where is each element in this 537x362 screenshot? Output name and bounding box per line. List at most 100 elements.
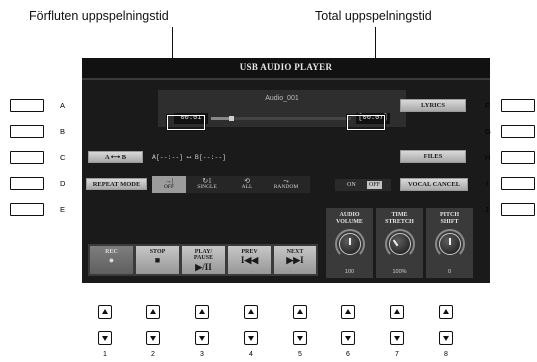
- down-arrow-icon: [248, 336, 254, 341]
- side-button-i[interactable]: [501, 177, 535, 190]
- button-3-up[interactable]: [195, 305, 209, 319]
- title-divider: [82, 78, 490, 80]
- pitch-shift-label: PITCH SHIFT: [439, 212, 459, 225]
- down-arrow-icon: [102, 336, 108, 341]
- repeat-mode-off[interactable]: →| OFF: [152, 176, 186, 193]
- stop-icon: ■: [154, 255, 161, 266]
- audio-volume-knob[interactable]: [338, 233, 361, 255]
- repeat-mode-button[interactable]: REPEAT MODE: [86, 178, 147, 190]
- button-7-down[interactable]: [390, 331, 404, 345]
- side-button-e[interactable]: [10, 203, 44, 216]
- side-label-i: I: [486, 179, 489, 188]
- knob-pointer: [448, 238, 451, 245]
- rec-label: REC: [105, 249, 118, 255]
- vocal-cancel-button[interactable]: VOCAL CANCEL: [400, 178, 468, 191]
- up-arrow-icon: [102, 309, 108, 314]
- up-arrow-icon: [443, 309, 449, 314]
- screen-title: USB AUDIO PLAYER: [82, 58, 490, 78]
- ab-range: A[--:--] ⟷ B[--:--]: [152, 154, 227, 161]
- time-stretch-panel: TIME STRETCH 100%: [376, 208, 423, 278]
- button-1-down[interactable]: [98, 331, 112, 345]
- button-4-down[interactable]: [244, 331, 258, 345]
- button-2-up[interactable]: [146, 305, 160, 319]
- side-button-f[interactable]: [501, 99, 535, 112]
- button-6-down[interactable]: [341, 331, 355, 345]
- repeat-mode-label: ALL: [241, 184, 253, 190]
- button-5-down[interactable]: [293, 331, 307, 345]
- up-arrow-icon: [199, 309, 205, 314]
- side-button-b[interactable]: [10, 125, 44, 138]
- next-button[interactable]: NEXT ▶▶I: [274, 246, 316, 274]
- repeat-mode-all[interactable]: ⟲ ALL: [232, 176, 262, 193]
- side-label-c: C: [60, 153, 66, 162]
- button-number-4: 4: [249, 351, 253, 358]
- repeat-mode-label: OFF: [163, 184, 175, 190]
- play-pause-icon: ▶/II: [195, 261, 212, 272]
- play-pause-button[interactable]: PLAY/PAUSE ▶/II: [182, 246, 225, 274]
- ab-repeat-button[interactable]: A ⟷ B: [88, 151, 143, 163]
- repeat-mode-random[interactable]: ⤳ RANDOM: [266, 176, 306, 193]
- transport-controls: REC ● STOP ■ PLAY/PAUSE ▶/II PREV I◀◀ NEXT ▶▶…: [88, 244, 318, 276]
- song-name: Audio_001: [265, 95, 299, 102]
- up-arrow-icon: [297, 309, 303, 314]
- stop-label: STOP: [149, 249, 166, 255]
- progress-handle[interactable]: [228, 116, 234, 121]
- repeat-mode-label: SINGLE: [197, 184, 217, 190]
- button-number-7: 7: [395, 351, 399, 358]
- repeat-mode-label: RANDOM: [273, 184, 299, 190]
- next-label: NEXT: [286, 249, 304, 255]
- rec-button[interactable]: REC ●: [90, 246, 133, 274]
- side-button-h[interactable]: [501, 151, 535, 164]
- button-8-down[interactable]: [439, 331, 453, 345]
- side-label-f: F: [485, 101, 490, 110]
- pitch-shift-panel: PITCH SHIFT 0: [426, 208, 473, 278]
- button-number-2: 2: [151, 351, 155, 358]
- knob-pointer: [348, 238, 351, 245]
- side-button-j[interactable]: [501, 203, 535, 216]
- side-button-c[interactable]: [10, 151, 44, 164]
- time-stretch-value: 100%: [392, 269, 407, 275]
- rec-icon: ●: [108, 255, 115, 266]
- button-6-up[interactable]: [341, 305, 355, 319]
- side-button-d[interactable]: [10, 177, 44, 190]
- audio-volume-panel: AUDIO VOLUME 100: [326, 208, 373, 278]
- button-number-8: 8: [444, 351, 448, 358]
- time-stretch-label: TIME STRETCH: [385, 212, 414, 225]
- audio-volume-label: AUDIO VOLUME: [336, 212, 363, 225]
- up-arrow-icon: [150, 309, 156, 314]
- button-number-6: 6: [346, 351, 350, 358]
- down-arrow-icon: [443, 336, 449, 341]
- time-stretch-knob[interactable]: [388, 233, 411, 255]
- side-button-a[interactable]: [10, 99, 44, 112]
- pitch-shift-knob[interactable]: [438, 233, 461, 255]
- button-8-up[interactable]: [439, 305, 453, 319]
- prev-button[interactable]: PREV I◀◀: [228, 246, 271, 274]
- progress-bar[interactable]: [211, 116, 351, 121]
- vocal-cancel-toggle[interactable]: ON OFF: [335, 179, 391, 191]
- usb-audio-player-screen: USB AUDIO PLAYER Audio_001 00:01 [00:07]…: [82, 58, 490, 283]
- repeat-mode-single[interactable]: ↻1 SINGLE: [190, 176, 224, 193]
- files-button[interactable]: FILES: [400, 150, 466, 163]
- stop-button[interactable]: STOP ■: [136, 246, 179, 274]
- lyrics-button[interactable]: LYRICS: [400, 99, 466, 112]
- side-button-g[interactable]: [501, 125, 535, 138]
- button-4-up[interactable]: [244, 305, 258, 319]
- next-icon: ▶▶I: [286, 255, 304, 266]
- button-2-down[interactable]: [146, 331, 160, 345]
- prev-icon: I◀◀: [240, 255, 259, 266]
- button-1-up[interactable]: [98, 305, 112, 319]
- toggle-off-label: OFF: [367, 181, 383, 189]
- prev-label: PREV: [241, 249, 258, 255]
- repeat-mode-selector: →| OFF ↻1 SINGLE ⟲ ALL ⤳ RANDOM: [152, 176, 310, 193]
- down-arrow-icon: [394, 336, 400, 341]
- side-label-a: A: [60, 101, 66, 110]
- down-arrow-icon: [199, 336, 205, 341]
- pitch-shift-value: 0: [447, 269, 452, 275]
- button-7-up[interactable]: [390, 305, 404, 319]
- toggle-on-label: ON: [347, 182, 356, 188]
- knob-pointer: [392, 239, 398, 247]
- button-3-down[interactable]: [195, 331, 209, 345]
- button-5-up[interactable]: [293, 305, 307, 319]
- down-arrow-icon: [345, 336, 351, 341]
- total-time-highlight: [346, 114, 386, 131]
